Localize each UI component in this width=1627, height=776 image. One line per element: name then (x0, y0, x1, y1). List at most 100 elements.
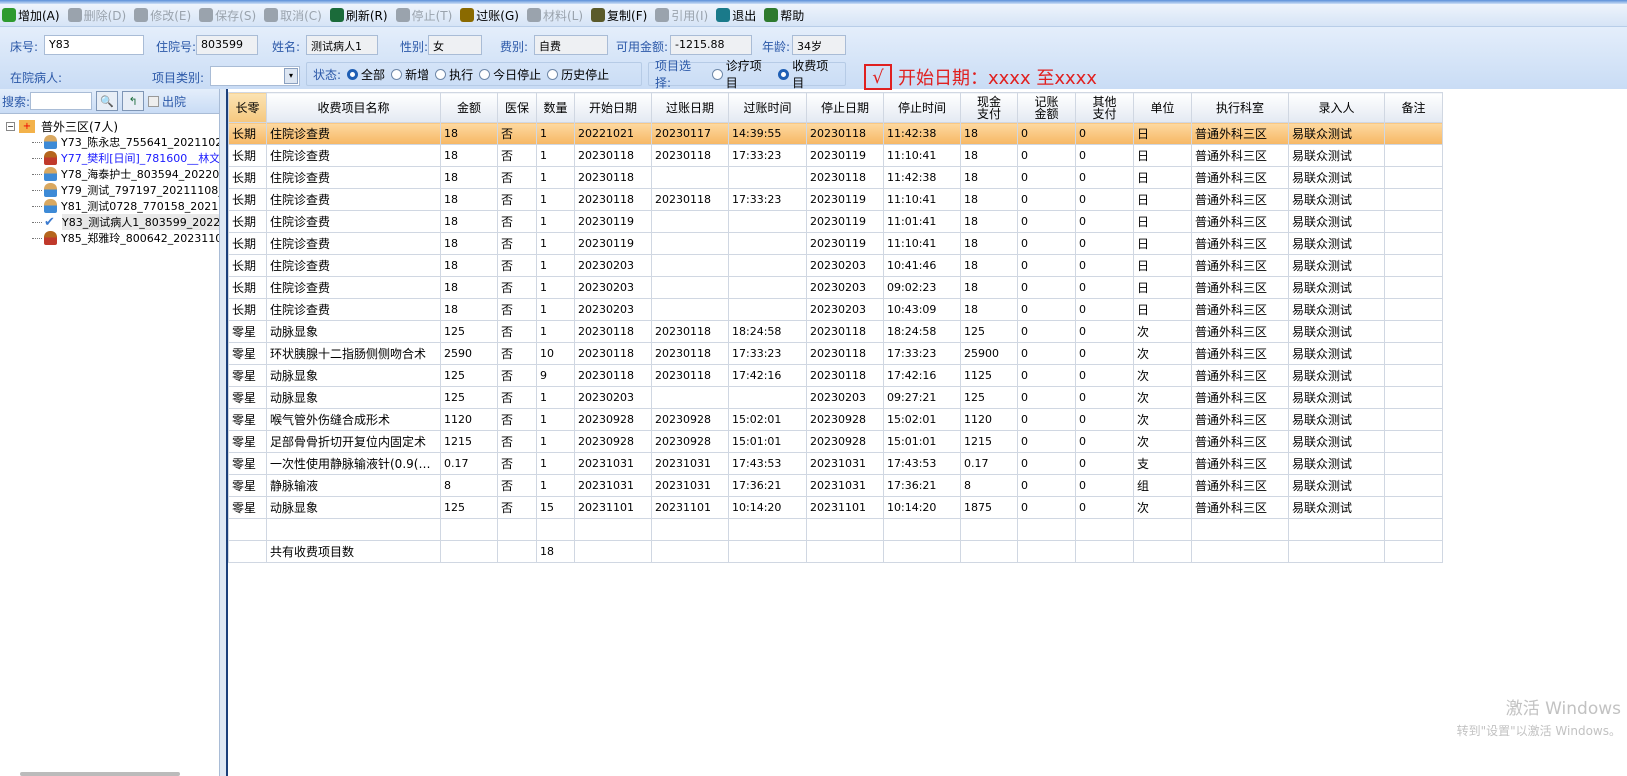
toolbar-button-eraser[interactable]: 修改(E) (134, 7, 191, 24)
table-row[interactable]: 零星 静脉输液 8 否 1 20231031 20231031 17:36:21 2023103… (228, 474, 1443, 497)
column-header[interactable]: 录入人 (1288, 92, 1385, 123)
status-radio[interactable] (435, 68, 447, 80)
status-radio[interactable] (479, 68, 491, 80)
table-row[interactable]: 长期 住院诊查费 18 否 1 20230203 20230203 10:41:46 18 0 0 日… (228, 254, 1443, 277)
table-row[interactable]: 长期 住院诊查费 18 否 1 20230203 20230203 10:43:09 18 0 0 日… (228, 298, 1443, 321)
toolbar-button-label: 修改(E) (150, 8, 192, 23)
table-row[interactable]: 零星 动脉显象 125 否 1 20230203 20230203 09:27:21 125 0 0… (228, 386, 1443, 409)
table-cell: 0 (1075, 408, 1134, 431)
toolbar-button-save[interactable]: 保存(S) (199, 7, 256, 24)
table-row[interactable]: 零星 一次性使用静脉输液针(0.9(0... 0.17 否 1 20231031 20231… (228, 452, 1443, 475)
table-row[interactable]: 长期 住院诊查费 18 否 1 20230119 20230119 11:01:41 18 0 0 日… (228, 210, 1443, 233)
status-radio[interactable] (391, 68, 403, 80)
table-cell: 20230928 (651, 408, 729, 431)
toolbar-button-help[interactable]: 帮助 (764, 7, 804, 24)
item_select-radio[interactable] (778, 68, 790, 80)
horizontal-scrollbar[interactable] (20, 772, 180, 776)
table-row[interactable]: 长期 住院诊查费 18 否 1 20230118 20230118 17:33:23 20230… (228, 144, 1443, 167)
table-row[interactable] (228, 518, 1443, 541)
column-header[interactable]: 备注 (1384, 92, 1443, 123)
table-cell: 18:24:58 (728, 320, 807, 343)
category-select[interactable]: ▾ (210, 66, 300, 86)
table-row[interactable]: 长期 住院诊查费 18 否 1 20230203 20230203 09:02:23 18 0 0 日… (228, 276, 1443, 299)
column-header[interactable]: 过账日期 (651, 92, 729, 123)
patient-node[interactable]: Y77_樊利[日间]_781600__林文 (0, 150, 219, 166)
column-header[interactable]: 长零 (228, 92, 267, 123)
column-header[interactable]: 收费项目名称 (266, 92, 441, 123)
column-header[interactable]: 过账时间 (728, 92, 807, 123)
table-row[interactable]: 零星 足部骨骨折切开复位内固定术 1215 否 1 20230928 20230928 15:… (228, 430, 1443, 453)
toolbar-button-post[interactable]: 过账(G) (460, 7, 519, 24)
patient-node[interactable]: Y81_测试0728_770158_20210729 (0, 198, 219, 214)
toolbar-button-minus[interactable]: 删除(D) (67, 7, 126, 24)
male-patient-icon (44, 183, 57, 197)
item_select-option-label[interactable]: 诊疗项目 (726, 57, 773, 91)
table-cell: 18 (960, 210, 1018, 233)
column-header[interactable]: 医保 (497, 92, 537, 123)
status-radio[interactable] (547, 68, 559, 80)
patient-node[interactable]: Y79_测试_797197_20211108_周 (0, 182, 219, 198)
ward-node[interactable]: − + 普外三区(7人) (0, 118, 219, 134)
toolbar-button-copy[interactable]: 复制(F) (591, 7, 647, 24)
status-option-label[interactable]: 执行 (449, 66, 473, 83)
summary-cell (1133, 540, 1192, 563)
chevron-down-icon[interactable]: ▾ (284, 68, 298, 84)
toolbar-button-plus[interactable]: 增加(A) (2, 7, 60, 24)
table-cell: 长期 (228, 232, 267, 255)
table-cell: 住院诊查费 (266, 166, 441, 189)
table-row[interactable]: 零星 环状胰腺十二指肠侧侧吻合术 2590 否 10 20230118 20230118 17… (228, 342, 1443, 365)
status-option-label[interactable]: 新增 (405, 66, 429, 83)
table-row[interactable]: 长期 住院诊查费 18 否 1 20230118 20230118 17:33:23 20230… (228, 188, 1443, 211)
toolbar-button-label: 帮助 (780, 8, 805, 23)
column-header[interactable]: 单位 (1133, 92, 1192, 123)
status-option-label[interactable]: 全部 (361, 66, 385, 83)
discharged-checkbox[interactable] (148, 95, 160, 107)
panel-splitter[interactable] (220, 89, 228, 776)
column-header[interactable]: 停止时间 (883, 92, 961, 123)
table-row[interactable]: 长期 住院诊查费 18 否 1 20230119 20230119 11:10:41 18 0 0 日… (228, 232, 1443, 255)
patient-node[interactable]: Y78_海泰护士_803594_20220804 (0, 166, 219, 182)
status-radio[interactable] (347, 68, 359, 80)
item_select-radio[interactable] (711, 68, 723, 80)
status-option-label[interactable]: 今日停止 (493, 66, 541, 83)
table-cell (1384, 474, 1443, 497)
table-cell (1384, 386, 1443, 409)
patient-node[interactable]: Y85_郑雅玲_800642_20231107_周 (0, 230, 219, 246)
toolbar-button-stop[interactable]: 停止(T) (395, 7, 452, 24)
table-row[interactable]: 长期 住院诊查费 18 否 1 20221021 20230117 14:39:55 20230… (228, 122, 1443, 145)
table-cell: 18 (960, 144, 1018, 167)
patient-node[interactable]: Y73_陈永忠_755641_20211022_周 (0, 134, 219, 150)
toolbar-button-quote[interactable]: 引用(I) (655, 7, 708, 24)
table-row[interactable]: 零星 动脉显象 125 否 15 20231101 20231101 10:14:20 2023… (228, 496, 1443, 519)
toolbar-button-material[interactable]: 材料(L) (526, 7, 583, 24)
magnifier-icon[interactable]: 🔍 (96, 91, 119, 111)
column-header[interactable]: 执行科室 (1191, 92, 1289, 123)
column-header[interactable]: 其他 支付 (1075, 92, 1134, 123)
search-input[interactable] (30, 92, 93, 110)
column-header[interactable]: 开始日期 (574, 92, 652, 123)
column-header[interactable]: 记账 金额 (1017, 92, 1076, 123)
toolbar-button-refresh[interactable]: 刷新(R) (329, 7, 388, 24)
table-row[interactable]: 零星 动脉显象 125 否 9 20230118 20230118 17:42:16 20230… (228, 364, 1443, 387)
table-cell: 20230118 (574, 320, 652, 343)
table-row[interactable]: 零星 喉气管外伤缝合成形术 1120 否 1 20230928 20230928 15:02:… (228, 408, 1443, 431)
help-icon (764, 8, 779, 22)
column-header[interactable]: 数量 (536, 92, 575, 123)
column-header[interactable]: 现金 支付 (960, 92, 1018, 123)
toolbar-button-exit[interactable]: 退出 (716, 7, 756, 24)
table-row[interactable]: 长期 住院诊查费 18 否 1 20230118 20230118 11:42:38 18 0 0 日… (228, 166, 1443, 189)
toolbar-button-undo[interactable]: 取消(C) (264, 7, 322, 24)
patient-node[interactable]: ✔ Y83_测试病人1_803599_2022102 (0, 214, 219, 230)
status-option-label[interactable]: 历史停止 (561, 66, 609, 83)
table-cell: 一次性使用静脉输液针(0.9(0... (266, 452, 441, 475)
table-cell: 1 (536, 122, 575, 145)
collapse-icon[interactable]: − (6, 121, 15, 131)
item_select-option-label[interactable]: 收费项目 (792, 57, 839, 91)
column-header[interactable]: 金额 (440, 92, 498, 123)
table-row[interactable]: 零星 动脉显象 125 否 1 20230118 20230118 18:24:58 20230… (228, 320, 1443, 343)
table-cell: 普通外科三区 (1191, 144, 1289, 167)
bed-field[interactable]: Y83 (44, 35, 144, 55)
table-cell (1384, 342, 1443, 365)
refresh-icon[interactable]: ↰ (122, 91, 145, 111)
column-header[interactable]: 停止日期 (806, 92, 884, 123)
